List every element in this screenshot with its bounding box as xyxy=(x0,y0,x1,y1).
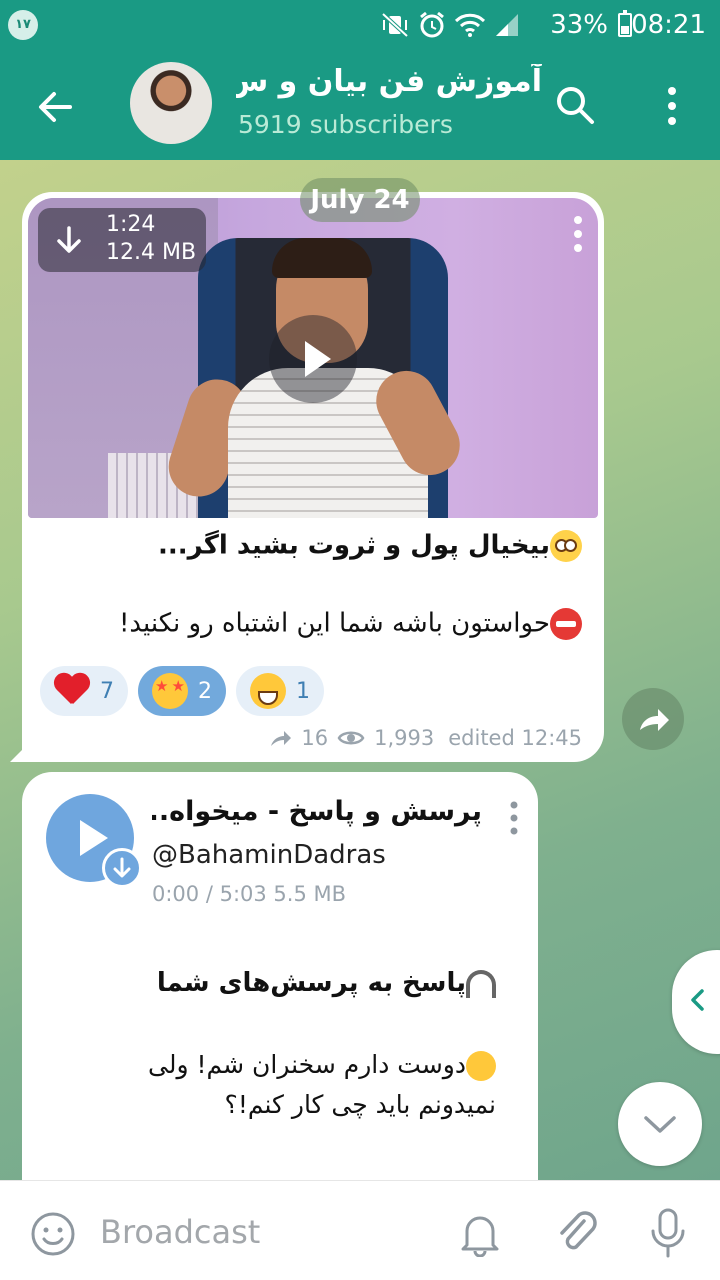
input-bar: Broadcast xyxy=(0,1180,720,1280)
more-vertical-icon[interactable] xyxy=(660,84,684,128)
back-arrow-icon[interactable] xyxy=(30,82,80,132)
video-size: 12.4 MB xyxy=(106,240,197,265)
scroll-down-button[interactable] xyxy=(618,1082,702,1166)
post2-title: پاسخ به پرسش‌های شما xyxy=(157,968,496,998)
notification-badge: ۱۷ xyxy=(8,10,38,40)
video-duration: 1:24 xyxy=(106,212,156,237)
reaction-count: 1 xyxy=(296,678,310,704)
post2-line2: نمیدونم باید چی کار کنم!؟ xyxy=(224,1090,496,1119)
microphone-icon[interactable] xyxy=(648,1207,688,1259)
video-person-hair xyxy=(272,238,372,278)
alarm-icon xyxy=(420,11,444,38)
clock: 08:21 xyxy=(631,10,706,40)
reaction-count: 7 xyxy=(100,678,114,704)
audio-more-icon[interactable] xyxy=(506,800,522,836)
date-separator: July 24 xyxy=(300,178,420,222)
share-count: 16 xyxy=(301,726,329,750)
audio-progress-info: 0:00 / 5:03 5.5 MB xyxy=(152,882,347,906)
reactions-row: 7 2 1 xyxy=(40,666,324,716)
battery-icon xyxy=(618,10,632,37)
channel-title[interactable]: آموزش فن بیان و س... xyxy=(236,64,542,99)
thinking-face-icon xyxy=(466,1051,496,1081)
attach-paperclip-icon[interactable] xyxy=(554,1207,598,1257)
channel-header: آموزش فن بیان و س... 5919 subscribers xyxy=(0,50,720,160)
video-post-bubble[interactable]: 1:24 12.4 MB بیخیال پول و ثروت بشید اگر.… xyxy=(22,192,604,762)
reaction-star-struck[interactable]: 2 xyxy=(138,666,226,716)
post1-line: حواستون باشه شما این اشتباه رو نکنید! xyxy=(119,608,582,640)
share-count-icon xyxy=(271,731,292,746)
edited-time: edited 12:45 xyxy=(448,726,582,750)
bell-icon[interactable] xyxy=(458,1209,502,1257)
audio-performer: @BahaminDadras xyxy=(152,840,386,870)
emoji-smile-icon[interactable] xyxy=(30,1211,76,1257)
audio-title: پرسش و پاسخ - میخواه... xyxy=(152,796,482,827)
grin-icon xyxy=(250,673,286,709)
vibrate-off-icon xyxy=(381,12,409,38)
audio-download-button[interactable] xyxy=(102,848,142,888)
subscriber-count: 5919 subscribers xyxy=(238,110,453,139)
video-more-icon[interactable] xyxy=(568,214,588,254)
wifi-icon xyxy=(454,13,486,37)
chevron-down-icon xyxy=(644,1116,676,1133)
post1-title: بیخیال پول و ثروت بشید اگر... xyxy=(158,530,582,562)
download-arrow-icon xyxy=(113,857,131,878)
star-struck-icon xyxy=(152,673,188,709)
view-count: 1,993 xyxy=(374,726,435,750)
video-play-button[interactable] xyxy=(269,315,357,403)
search-icon[interactable] xyxy=(552,82,598,128)
forward-arrow-icon xyxy=(640,709,669,731)
channel-avatar[interactable] xyxy=(130,62,212,144)
video-thumbnail[interactable]: 1:24 12.4 MB xyxy=(28,198,598,518)
audio-post-bubble[interactable]: پرسش و پاسخ - میخواه... @BahaminDadras 0… xyxy=(22,772,538,1180)
chat-area[interactable]: 1:24 12.4 MB بیخیال پول و ثروت بشید اگر.… xyxy=(0,160,720,1180)
download-arrow-icon xyxy=(57,226,81,253)
signal-icon xyxy=(496,14,518,36)
post2-line1: دوست دارم سخنران شم! ولی xyxy=(148,1050,496,1081)
chevron-left-icon xyxy=(691,989,704,1011)
video-download-chip[interactable]: 1:24 12.4 MB xyxy=(38,208,206,272)
views-eye-icon xyxy=(337,731,365,745)
message-input[interactable]: Broadcast xyxy=(100,1213,260,1251)
share-button[interactable] xyxy=(622,688,684,750)
heart-icon xyxy=(54,674,90,708)
flushed-face-icon xyxy=(550,530,582,562)
post1-meta: 16 1,993 edited 12:45 xyxy=(269,726,582,750)
status-icons xyxy=(380,10,520,40)
reaction-heart[interactable]: 7 xyxy=(40,666,128,716)
reaction-grin[interactable]: 1 xyxy=(236,666,324,716)
side-panel-button[interactable] xyxy=(672,950,720,1054)
reaction-count: 2 xyxy=(198,678,212,704)
battery-percent: 33% xyxy=(550,10,608,40)
status-bar: ۱۷ 33% 08:21 xyxy=(0,0,720,50)
no-entry-icon xyxy=(550,608,582,640)
headphones-icon xyxy=(466,969,496,998)
